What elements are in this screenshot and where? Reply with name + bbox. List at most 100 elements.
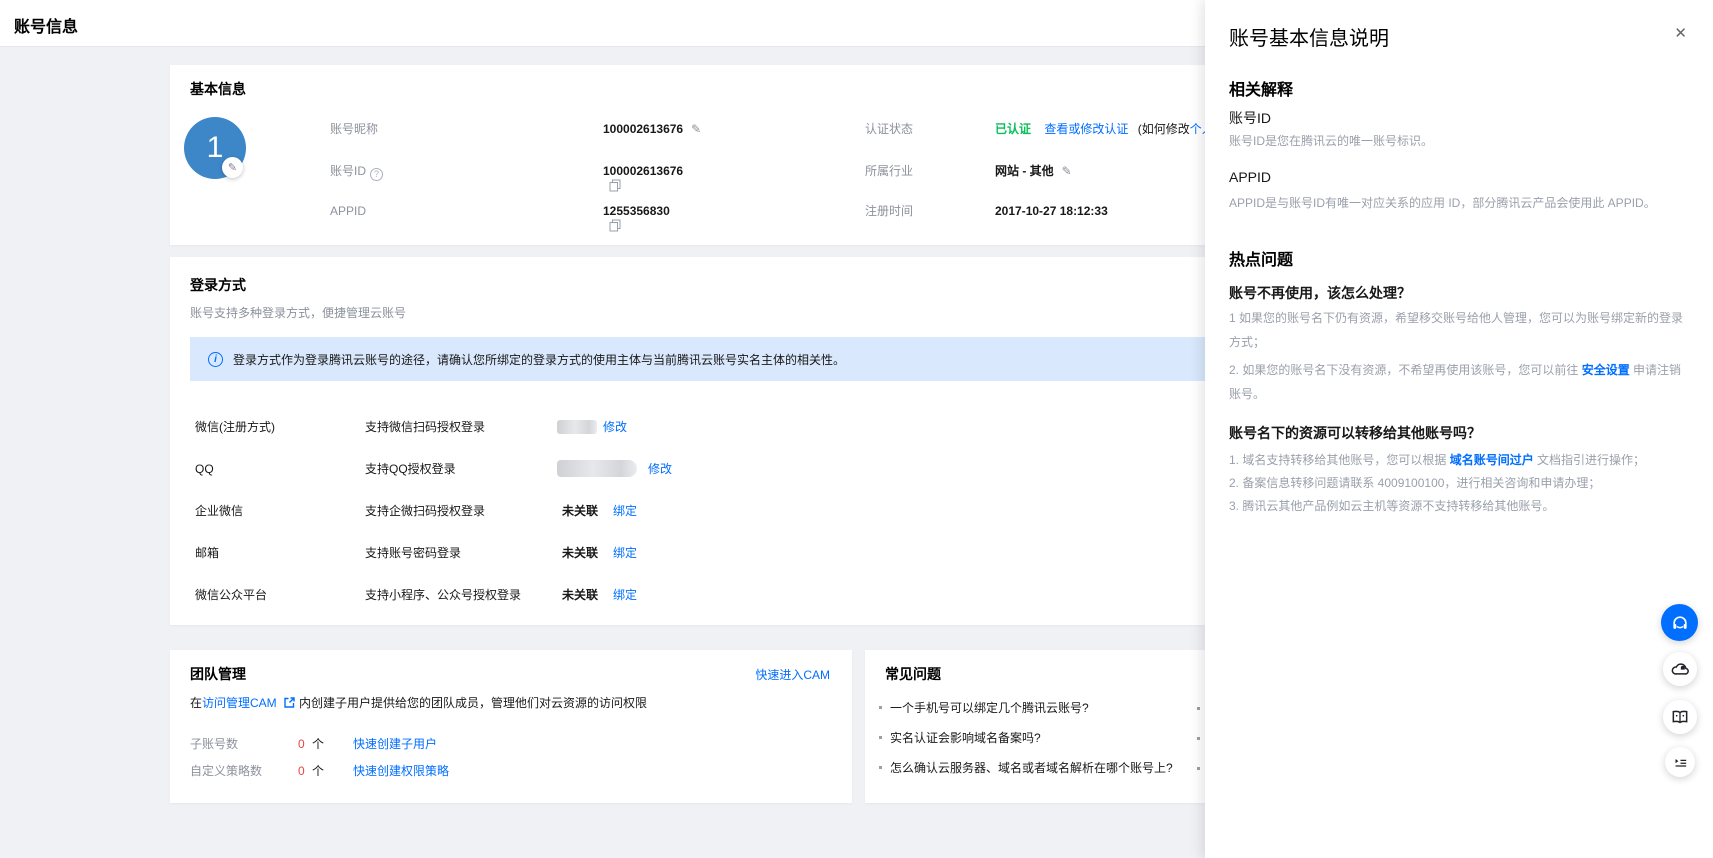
- regtime-label: 注册时间: [865, 203, 913, 219]
- faq-title: 常见问题: [885, 664, 941, 684]
- external-link-icon: [284, 697, 295, 708]
- copy-icon[interactable]: [609, 179, 621, 192]
- page-title: 账号信息: [14, 13, 78, 37]
- edit-industry-icon[interactable]: ✎: [1062, 164, 1072, 178]
- info-banner-text: 登录方式作为登录腾讯云账号的途径，请确认您所绑定的登录方式的使用主体与当前腾讯云…: [233, 351, 845, 368]
- basic-info-title: 基本信息: [190, 79, 246, 99]
- auth-status-badge: 已认证: [995, 122, 1031, 136]
- q2-item-1-post: 文档指引进行操作；: [1534, 453, 1645, 467]
- masked-value: [557, 460, 637, 477]
- account-id-label: 账号ID?: [330, 163, 383, 181]
- cam-quick-link[interactable]: 快速进入CAM: [755, 666, 830, 683]
- appid-desc: APPID是与账号ID有唯一对应关系的应用 ID，部分腾讯云产品会使用此 APP…: [1229, 193, 1691, 213]
- help-side-panel: 账号基本信息说明 ✕ 相关解释 账号ID 账号ID是您在腾讯云的唯一账号标识。 …: [1205, 0, 1713, 858]
- copy-icon[interactable]: [609, 219, 621, 232]
- domain-transfer-link[interactable]: 域名账号间过户: [1450, 453, 1534, 467]
- login-methods-title: 登录方式: [190, 275, 246, 295]
- industry-value-text: 网站 - 其他: [995, 164, 1054, 178]
- q1-item-1: 1 如果您的账号名下仍有资源，希望移交账号给他人管理，您可以为账号绑定新的登录方…: [1229, 306, 1685, 354]
- stat-unit: 个: [312, 736, 324, 752]
- team-desc: 在访问管理CAM 内创建子用户提供给您的团队成员，管理他们对云资源的访问权限: [190, 694, 647, 711]
- industry-label: 所属行业: [865, 163, 913, 179]
- login-method-desc: 支持QQ授权登录: [365, 459, 456, 479]
- bullet-icon: [1197, 737, 1200, 740]
- nickname-value-text: 100002613676: [603, 122, 683, 136]
- team-desc-pre: 在: [190, 696, 202, 710]
- login-method-status: 未关联: [562, 543, 598, 563]
- login-method-status: 未关联: [562, 501, 598, 521]
- faq-item-text: 实名认证会影响域名备案吗?: [890, 731, 1041, 745]
- edit-nickname-icon[interactable]: ✎: [691, 122, 701, 136]
- login-method-desc: 支持小程序、公众号授权登录: [365, 585, 521, 605]
- appid-value: 1255356830: [603, 203, 670, 232]
- help-icon[interactable]: ?: [370, 168, 383, 181]
- auth-modify-link[interactable]: 查看或修改认证: [1044, 122, 1128, 136]
- auth-status-value: 已认证 查看或修改认证 (如何修改个人/企: [995, 121, 1229, 137]
- account-id-label-text: 账号ID: [330, 164, 366, 178]
- login-method-desc: 支持账号密码登录: [365, 543, 461, 563]
- faq-item[interactable]: 怎么确认云服务器、域名或者域名解析在哪个账号上?: [879, 760, 1173, 776]
- question-2-body: 1. 域名支持转移给其他账号，您可以根据 域名账号间过户 文档指引进行操作； 2…: [1229, 449, 1691, 518]
- nickname-value: 100002613676 ✎: [603, 121, 701, 137]
- info-icon: i: [208, 352, 223, 367]
- hot-section-title: 热点问题: [1229, 246, 1293, 270]
- faq-item[interactable]: 实名认证会影响域名备案吗?: [879, 730, 1041, 746]
- custom-policy-stat-row: 自定义策略数 0 个 快速创建权限策略: [190, 763, 590, 779]
- explain-section-title: 相关解释: [1229, 76, 1293, 100]
- bind-link[interactable]: 绑定: [613, 585, 637, 605]
- team-desc-post: 内创建子用户提供给您的团队成员，管理他们对云资源的访问权限: [299, 696, 647, 710]
- list-icon: [1672, 754, 1689, 771]
- edit-icon: ✎: [228, 161, 237, 174]
- auth-note: (如何修改: [1138, 122, 1190, 136]
- sub-account-stat-row: 子账号数 0 个 快速创建子用户: [190, 736, 590, 752]
- nickname-label: 账号昵称: [330, 121, 378, 137]
- bind-link[interactable]: 绑定: [613, 501, 637, 521]
- faq-item-text: 怎么确认云服务器、域名或者域名解析在哪个账号上?: [890, 761, 1173, 775]
- team-management-card: 团队管理 快速进入CAM 在访问管理CAM 内创建子用户提供给您的团队成员，管理…: [170, 650, 852, 803]
- appid-heading: APPID: [1229, 169, 1271, 185]
- question-1-body: 1 如果您的账号名下仍有资源，希望移交账号给他人管理，您可以为账号绑定新的登录方…: [1229, 306, 1685, 410]
- login-method-desc: 支持企微扫码授权登录: [365, 501, 485, 521]
- account-id-desc: 账号ID是您在腾讯云的唯一账号标识。: [1229, 131, 1691, 151]
- account-id-heading: 账号ID: [1229, 108, 1271, 128]
- avatar-edit-button[interactable]: ✎: [222, 157, 243, 178]
- feedback-fab[interactable]: [1665, 747, 1695, 777]
- bullet-icon: [1197, 767, 1200, 770]
- q1-item-2: 2. 如果您的账号名下没有资源，不希望再使用该账号，您可以前往 安全设置 申请注…: [1229, 358, 1685, 406]
- q2-item-3: 3. 腾讯云其他产品例如云主机等资源不支持转移给其他账号。: [1229, 495, 1691, 518]
- login-method-name: 邮箱: [195, 543, 219, 563]
- stat-label: 自定义策略数: [190, 763, 262, 779]
- close-icon[interactable]: ✕: [1674, 25, 1687, 43]
- cam-link[interactable]: 访问管理CAM: [202, 696, 277, 710]
- login-method-name: 微信(注册方式): [195, 417, 275, 437]
- security-settings-link[interactable]: 安全设置: [1582, 363, 1630, 377]
- stat-count: 0: [298, 763, 305, 779]
- modify-link[interactable]: 修改: [603, 417, 627, 437]
- bullet-icon: [879, 766, 882, 769]
- faq-item-text: 一个手机号可以绑定几个腾讯云账号?: [890, 701, 1089, 715]
- login-method-name: 企业微信: [195, 501, 243, 521]
- cloud-bell-icon: [1670, 659, 1690, 679]
- appid-value-text: 1255356830: [603, 204, 670, 218]
- q1-item-2-pre: 2. 如果您的账号名下没有资源，不希望再使用该账号，您可以前往: [1229, 363, 1582, 377]
- create-subuser-link[interactable]: 快速创建子用户: [353, 736, 437, 752]
- q2-item-1: 1. 域名支持转移给其他账号，您可以根据 域名账号间过户 文档指引进行操作；: [1229, 449, 1691, 472]
- modify-link[interactable]: 修改: [648, 459, 672, 479]
- stat-unit: 个: [312, 763, 324, 779]
- stat-label: 子账号数: [190, 736, 238, 752]
- panel-title: 账号基本信息说明: [1229, 22, 1389, 51]
- login-method-status: 未关联: [562, 585, 598, 605]
- login-method-desc: 支持微信扫码授权登录: [365, 417, 485, 437]
- question-2: 账号名下的资源可以转移给其他账号吗？: [1229, 423, 1481, 443]
- bind-link[interactable]: 绑定: [613, 543, 637, 563]
- account-id-value-text: 100002613676: [603, 164, 683, 178]
- customer-service-fab[interactable]: [1661, 604, 1698, 641]
- auth-status-label: 认证状态: [865, 121, 913, 137]
- notifications-fab[interactable]: [1663, 652, 1697, 686]
- create-policy-link[interactable]: 快速创建权限策略: [353, 763, 449, 779]
- question-1: 账号不再使用，该怎么处理？: [1229, 283, 1411, 303]
- team-management-title: 团队管理: [190, 664, 246, 684]
- documentation-fab[interactable]: [1663, 700, 1697, 734]
- login-method-name: QQ: [195, 459, 214, 479]
- faq-item[interactable]: 一个手机号可以绑定几个腾讯云账号?: [879, 700, 1089, 716]
